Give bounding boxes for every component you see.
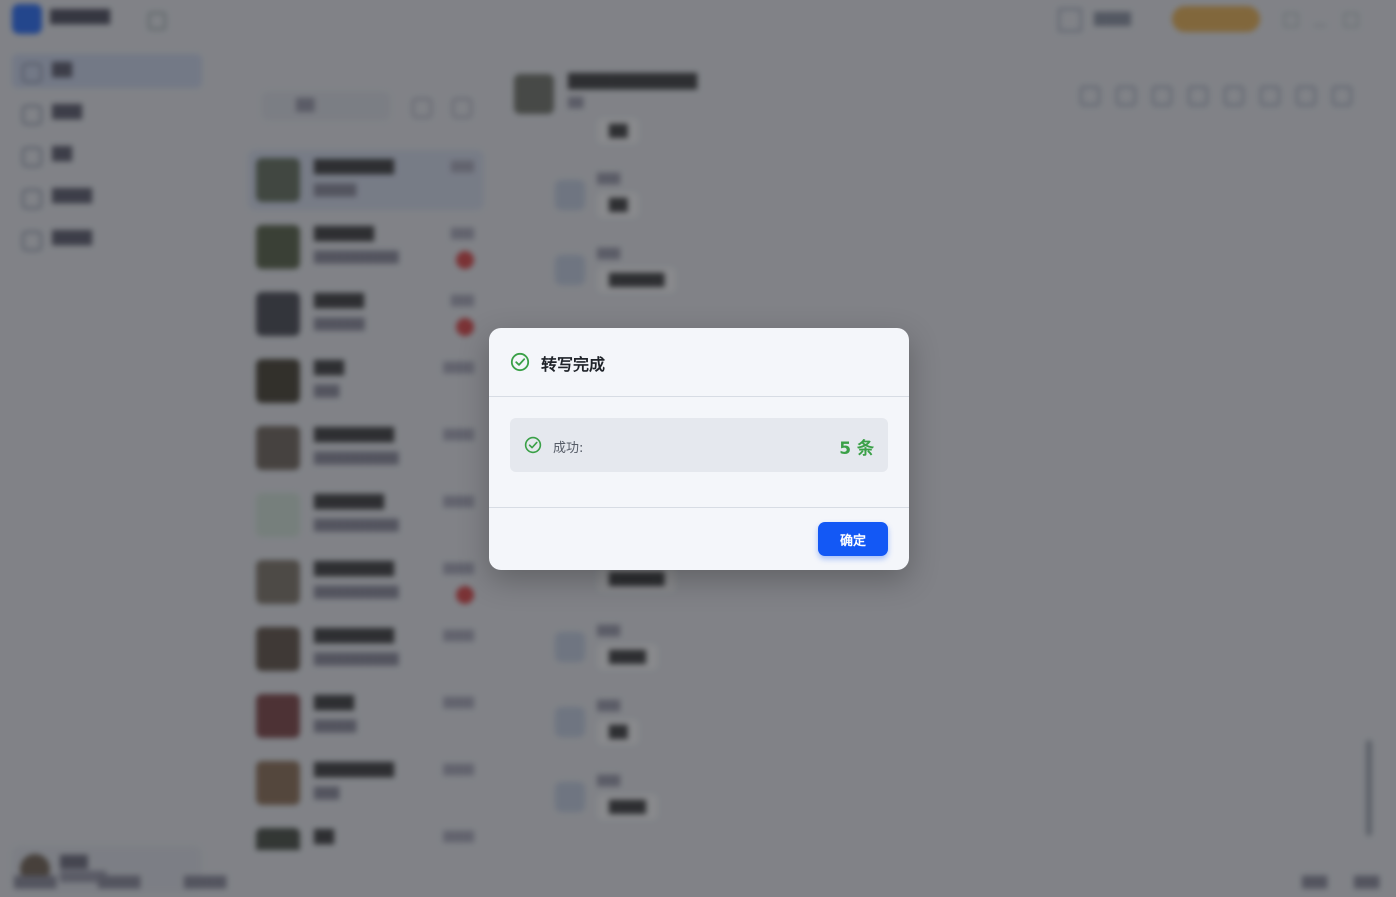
dialog-header: 转写完成 bbox=[489, 328, 909, 397]
check-circle-icon bbox=[524, 436, 542, 454]
transcription-complete-dialog: 转写完成 成功: 5 条 确定 bbox=[489, 328, 909, 570]
success-label: 成功: bbox=[553, 441, 584, 456]
success-result-row: 成功: 5 条 bbox=[510, 418, 888, 472]
check-circle-icon bbox=[510, 352, 530, 372]
confirm-button[interactable]: 确定 bbox=[818, 522, 888, 556]
divider bbox=[489, 507, 909, 508]
success-count: 5 条 bbox=[839, 439, 874, 459]
dialog-title: 转写完成 bbox=[541, 355, 606, 374]
